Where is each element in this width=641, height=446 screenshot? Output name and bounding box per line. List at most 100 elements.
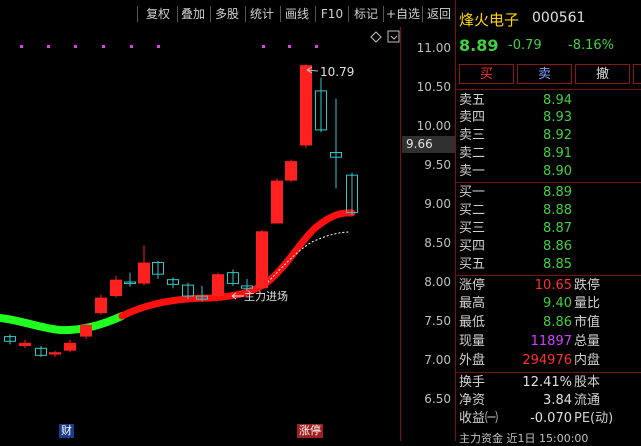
candle-body <box>138 262 150 284</box>
stat-row: 涨停 10.65 跌停 <box>456 277 641 294</box>
axis-tick: 7.00 <box>424 353 451 367</box>
stat-label: 量比 <box>574 296 601 311</box>
more-button[interactable] <box>633 64 641 84</box>
signal-dot <box>102 45 105 48</box>
stat-row: 最高 9.40 量比 <box>456 295 641 312</box>
moving-average-lines <box>0 209 356 335</box>
stock-name[interactable]: 烽火电子 <box>459 9 519 30</box>
stat-value: 294976 <box>522 353 572 368</box>
axis-tick: 9.00 <box>424 197 451 211</box>
ask-price: 8.93 <box>543 110 572 125</box>
stat-label: 总量 <box>574 334 601 349</box>
stat-label: 内盘 <box>574 353 601 368</box>
candle-body <box>271 180 283 224</box>
toolbar-separator <box>348 6 349 22</box>
overlay-button[interactable]: 叠加 <box>178 5 208 23</box>
mark-button[interactable]: 标记 <box>351 5 381 23</box>
high-price-text: 10.79 <box>320 65 354 79</box>
stat-row: 外盘 294976 内盘 <box>456 352 641 369</box>
stat-label: PE(动) <box>574 411 614 426</box>
divider <box>456 182 641 183</box>
axis-tick: 6.50 <box>424 392 451 406</box>
fuquan-button[interactable]: 复权 <box>141 5 175 23</box>
divider <box>456 89 641 90</box>
candle-body <box>256 231 268 289</box>
back-button[interactable]: 返回 <box>424 5 454 23</box>
buy-button[interactable]: 买 <box>459 64 514 84</box>
stat-label: 现量 <box>459 334 486 349</box>
ask-label: 卖四 <box>459 110 486 125</box>
bid-row[interactable]: 买一 8.89 <box>456 184 641 201</box>
bid-label: 买二 <box>459 203 486 218</box>
signal-dot <box>74 45 77 48</box>
candle-body <box>49 352 61 355</box>
stat-label: 最低 <box>459 315 486 330</box>
bid-row[interactable]: 买二 8.88 <box>456 202 641 219</box>
bid-price: 8.88 <box>543 203 572 218</box>
stat-value: 8.86 <box>543 315 572 330</box>
stat-label: 涨停 <box>459 278 486 293</box>
bid-price: 8.86 <box>543 239 572 254</box>
stock-code: 000561 <box>532 10 586 26</box>
ask-row[interactable]: 卖三 8.92 <box>456 127 641 144</box>
last-price: 8.89 <box>459 36 499 55</box>
main-fund-text: 主力资金 近1日 15:00:00 <box>459 432 589 445</box>
toolbar-separator <box>210 6 211 22</box>
toolbar-separator <box>383 6 384 22</box>
price-change-pct: -8.16% <box>568 38 614 53</box>
signal-dot <box>20 45 23 48</box>
signal-dot <box>47 45 50 48</box>
candle-body <box>212 274 224 297</box>
multi-stock-button[interactable]: 多股 <box>212 5 242 23</box>
stat-row: 净资 3.84 流通 <box>456 392 641 409</box>
stat-label: 流通 <box>574 393 601 408</box>
statistics-button[interactable]: 统计 <box>247 5 277 23</box>
f10-button[interactable]: F10 <box>318 5 346 23</box>
ask-row[interactable]: 卖四 8.93 <box>456 109 641 126</box>
signal-dot <box>315 45 318 48</box>
stat-value: 12.41% <box>522 375 572 390</box>
candlestick-chart[interactable]: 10.79 主力进场 <box>0 27 455 441</box>
draw-line-button[interactable]: 画线 <box>282 5 312 23</box>
stat-row: 收益㈠ -0.070 PE(动) <box>456 410 641 427</box>
ask-label: 卖一 <box>459 164 486 179</box>
bid-price: 8.87 <box>543 221 572 236</box>
limit-up-badge[interactable]: 涨停 <box>297 424 323 438</box>
signal-dots <box>20 45 318 48</box>
candle-body <box>300 65 312 146</box>
stat-label: 换手 <box>459 375 486 390</box>
bid-row[interactable]: 买四 8.86 <box>456 238 641 255</box>
bid-label: 买四 <box>459 239 486 254</box>
bid-row[interactable]: 买三 8.87 <box>456 220 641 237</box>
ask-row[interactable]: 卖二 8.91 <box>456 145 641 162</box>
sell-button[interactable]: 卖 <box>517 64 572 84</box>
stat-value: 11897 <box>530 334 572 349</box>
stat-row: 换手 12.41% 股本 <box>456 374 641 391</box>
bid-price: 8.89 <box>543 185 572 200</box>
ask-row[interactable]: 卖五 8.94 <box>456 92 641 109</box>
ask-price: 8.90 <box>543 164 572 179</box>
add-watchlist-button[interactable]: +自选 <box>385 5 421 23</box>
axis-tick: 11.00 <box>416 41 451 55</box>
ask-row[interactable]: 卖一 8.90 <box>456 163 641 180</box>
stat-value: 10.65 <box>534 278 572 293</box>
candle-body <box>64 342 76 351</box>
stat-value: 3.84 <box>543 393 572 408</box>
price-change: -0.79 <box>508 38 542 53</box>
toolbar-separator <box>280 6 281 22</box>
high-price-label: 10.79 <box>306 65 354 79</box>
quote-panel: 烽火电子 000561 8.89 -0.79 -8.16% 买 卖 撤 卖五 8.… <box>455 0 641 445</box>
ma-line-red <box>118 209 356 320</box>
bid-row[interactable]: 买五 8.85 <box>456 256 641 273</box>
chart-toolbar: 复权 叠加 多股 统计 画线 F10 标记 +自选 返回 <box>0 0 455 27</box>
price-axis: 11.00 10.50 10.00 9.50 9.00 8.50 8.00 7.… <box>400 27 456 441</box>
finance-badge[interactable]: 财 <box>59 424 74 438</box>
toolbar-separator <box>137 6 138 22</box>
stat-label: 股本 <box>574 375 601 390</box>
candle-body <box>80 324 92 337</box>
current-price-marker: 9.66 <box>402 136 455 153</box>
diamond-icon[interactable] <box>370 31 382 43</box>
expand-icon[interactable] <box>387 30 400 43</box>
toolbar-separator <box>315 6 316 22</box>
cancel-order-button[interactable]: 撤 <box>575 64 630 84</box>
